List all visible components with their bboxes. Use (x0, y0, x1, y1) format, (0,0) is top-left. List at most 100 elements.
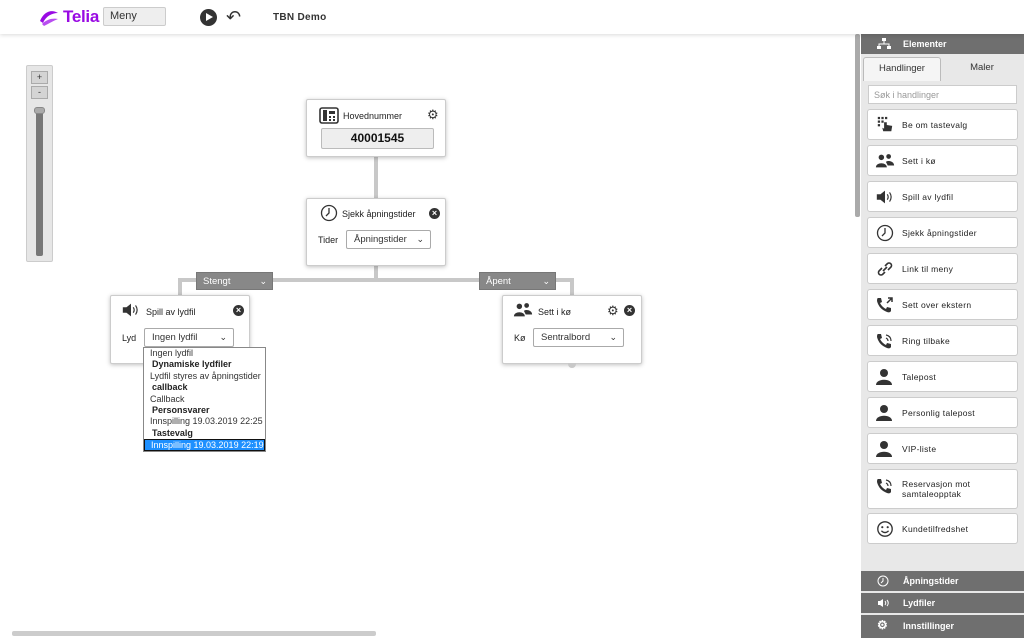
dropdown-option[interactable]: Lydfil styres av åpningstider (144, 371, 265, 382)
zoom-slider-track[interactable] (36, 108, 43, 256)
node-title: Spill av lydfil (146, 307, 196, 317)
telia-logo[interactable]: Telia (38, 7, 99, 27)
vertical-scrollbar[interactable] (855, 34, 860, 217)
connector (374, 156, 378, 198)
action-label: Link til meny (902, 264, 954, 274)
tab-actions[interactable]: Handlinger (863, 57, 941, 81)
action-check-opening-hours[interactable]: Sjekk åpningstider (867, 217, 1018, 248)
phone-ring-icon (877, 479, 892, 494)
node-queue[interactable]: Sett i kø ⚙ × Kø Sentralbord ⌄ (502, 295, 642, 364)
action-transfer-external[interactable]: Sett over ekstern (867, 289, 1018, 320)
action-label: Ring tilbake (902, 336, 951, 346)
play-button[interactable] (200, 9, 217, 26)
dropdown-option[interactable]: Innspilling 19.03.2019 22:25 (144, 416, 265, 427)
select-value: Ingen lydfil (152, 332, 198, 343)
user-icon (876, 441, 892, 457)
zoom-slider-thumb[interactable] (34, 107, 45, 114)
undo-icon[interactable]: ↶ (226, 7, 246, 27)
speaker-icon (876, 190, 892, 204)
page-title: TBN Demo (273, 12, 327, 23)
action-customer-satisfaction[interactable]: Kundetilfredshet (867, 513, 1018, 544)
dropdown-group-label: Dynamiske lydfiler (152, 359, 232, 370)
action-link-to-menu[interactable]: Link til meny (867, 253, 1018, 284)
action-label: Talepost (902, 372, 937, 382)
select-value: Åpningstider (354, 234, 407, 245)
branch-closed-select[interactable]: Stengt ⌄ (196, 272, 273, 290)
audio-file-dropdown[interactable]: Ingen lydfil Dynamiske lydfiler Lydfil s… (143, 347, 266, 452)
smiley-icon (877, 521, 893, 537)
select-value: Sentralbord (541, 332, 591, 343)
gear-icon[interactable]: ⚙ (607, 304, 619, 317)
close-icon[interactable]: × (233, 305, 244, 316)
main-number-value: 40001545 (321, 128, 434, 149)
elements-panel: Elementer Handlinger Maler Søk i handlin… (861, 34, 1024, 638)
clock-icon (320, 204, 338, 222)
horizontal-scrollbar[interactable] (12, 631, 376, 636)
branch-label: Åpent (486, 276, 511, 287)
audio-file-select[interactable]: Ingen lydfil ⌄ (144, 328, 234, 347)
node-title: Sett i kø (538, 307, 572, 317)
phone-ring-icon (877, 334, 892, 349)
brand-name: Telia (63, 7, 99, 26)
branch-open-select[interactable]: Åpent ⌄ (479, 272, 556, 290)
close-icon[interactable]: × (624, 305, 635, 316)
field-label: Lyd (122, 333, 137, 343)
node-title: Sjekk åpningstider (342, 209, 416, 219)
connector (178, 278, 182, 296)
action-personal-voicemail[interactable]: Personlig talepost (867, 397, 1018, 428)
panel-header-label: Åpningstider (903, 576, 959, 586)
action-queue[interactable]: Sett i kø (867, 145, 1018, 176)
gear-icon: ⚙ (877, 618, 888, 632)
search-actions-input[interactable]: Søk i handlinger (868, 85, 1017, 104)
branch-label: Stengt (203, 276, 231, 287)
dropdown-option-selected[interactable]: Innspilling 19.03.2019 22:19 (144, 439, 265, 451)
zoom-in-button[interactable]: + (31, 71, 48, 84)
action-voicemail[interactable]: Talepost (867, 361, 1018, 392)
field-label: Kø (514, 333, 526, 343)
clock-icon (876, 224, 894, 242)
panel-tabs: Handlinger Maler (861, 57, 1024, 81)
menu-button[interactable]: Meny (103, 7, 166, 26)
connector (570, 278, 574, 296)
action-recording-reservation[interactable]: Reservasjon mot samtaleopptak (867, 469, 1018, 509)
chevron-down-icon: ⌄ (542, 276, 550, 286)
panel-header-audio-files[interactable]: Lydfiler (861, 593, 1024, 613)
dropdown-option[interactable]: Callback (144, 394, 265, 405)
speaker-icon (122, 303, 138, 317)
action-call-back[interactable]: Ring tilbake (867, 325, 1018, 356)
speaker-icon (877, 597, 891, 609)
opening-hours-select[interactable]: Åpningstider ⌄ (346, 230, 431, 249)
panel-header-opening-hours[interactable]: Åpningstider (861, 571, 1024, 591)
panel-header-label: Lydfiler (903, 598, 936, 608)
close-icon[interactable]: × (429, 208, 440, 219)
user-icon (876, 369, 892, 385)
dropdown-option[interactable]: Ingen lydfil (144, 348, 265, 359)
dropdown-group-label: Tastevalg (152, 427, 193, 438)
panel-header-elements[interactable]: Elementer (861, 34, 1024, 54)
action-label: Spill av lydfil (902, 192, 954, 202)
action-label: Be om tastevalg (902, 120, 968, 130)
action-ask-keypress[interactable]: Be om tastevalg (867, 109, 1018, 140)
action-label: Reservasjon mot samtaleopptak (902, 479, 971, 499)
chevron-down-icon: ⌄ (416, 234, 424, 244)
dropdown-group-label: Personsvarer (152, 404, 210, 415)
panel-header-label: Elementer (903, 39, 947, 49)
panel-header-label: Innstillinger (903, 621, 955, 631)
panel-header-settings[interactable]: ⚙ Innstillinger (861, 615, 1024, 638)
field-label: Tider (318, 235, 339, 245)
chevron-down-icon: ⌄ (609, 332, 617, 342)
action-play-audio[interactable]: Spill av lydfil (867, 181, 1018, 212)
clock-icon (877, 575, 891, 587)
action-vip-list[interactable]: VIP-liste (867, 433, 1018, 464)
queue-select[interactable]: Sentralbord ⌄ (533, 328, 624, 347)
node-opening-hours[interactable]: Sjekk åpningstider × Tider Åpningstider … (306, 198, 446, 266)
tab-templates[interactable]: Maler (943, 57, 1021, 81)
gear-icon[interactable]: ⚙ (427, 108, 439, 121)
action-label: Kundetilfredshet (902, 524, 969, 534)
node-main-number[interactable]: Hovednummer ⚙ 40001545 (306, 99, 446, 157)
phone-forward-icon (877, 297, 893, 313)
action-label: Sjekk åpningstider (902, 228, 977, 238)
link-icon (877, 262, 893, 276)
zoom-out-button[interactable]: - (31, 86, 48, 99)
action-label: VIP-liste (902, 444, 937, 454)
